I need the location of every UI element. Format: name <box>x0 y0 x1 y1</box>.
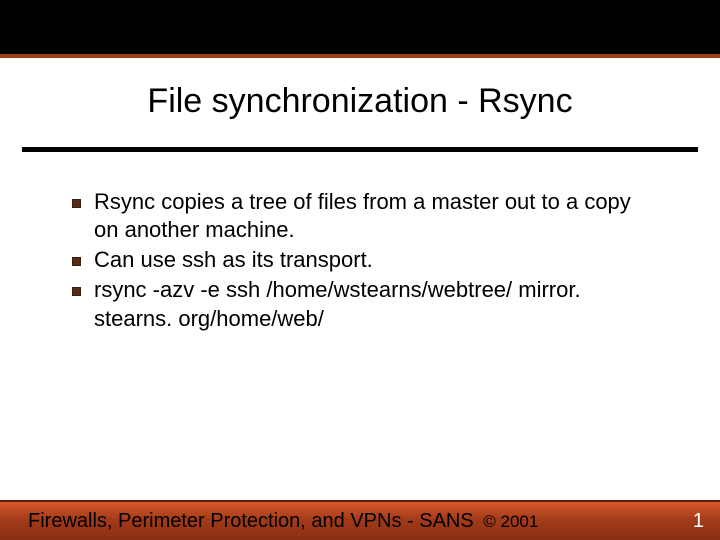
content-area: Rsync copies a tree of files from a mast… <box>0 152 720 333</box>
list-item: Rsync copies a tree of files from a mast… <box>70 188 650 244</box>
top-bar <box>0 0 720 58</box>
footer-copyright: © 2001 <box>483 512 538 531</box>
footer-text: Firewalls, Perimeter Protection, and VPN… <box>28 510 673 533</box>
slide-title: File synchronization - Rsync <box>40 82 680 121</box>
list-item: Can use ssh as its transport. <box>70 246 650 274</box>
list-item: rsync -azv -e ssh /home/wstearns/webtree… <box>70 276 650 332</box>
footer-main: Firewalls, Perimeter Protection, and VPN… <box>28 510 479 532</box>
bullet-list: Rsync copies a tree of files from a mast… <box>70 188 650 333</box>
footer-bar: Firewalls, Perimeter Protection, and VPN… <box>0 500 720 540</box>
title-area: File synchronization - Rsync <box>0 58 720 133</box>
page-number: 1 <box>673 510 704 533</box>
